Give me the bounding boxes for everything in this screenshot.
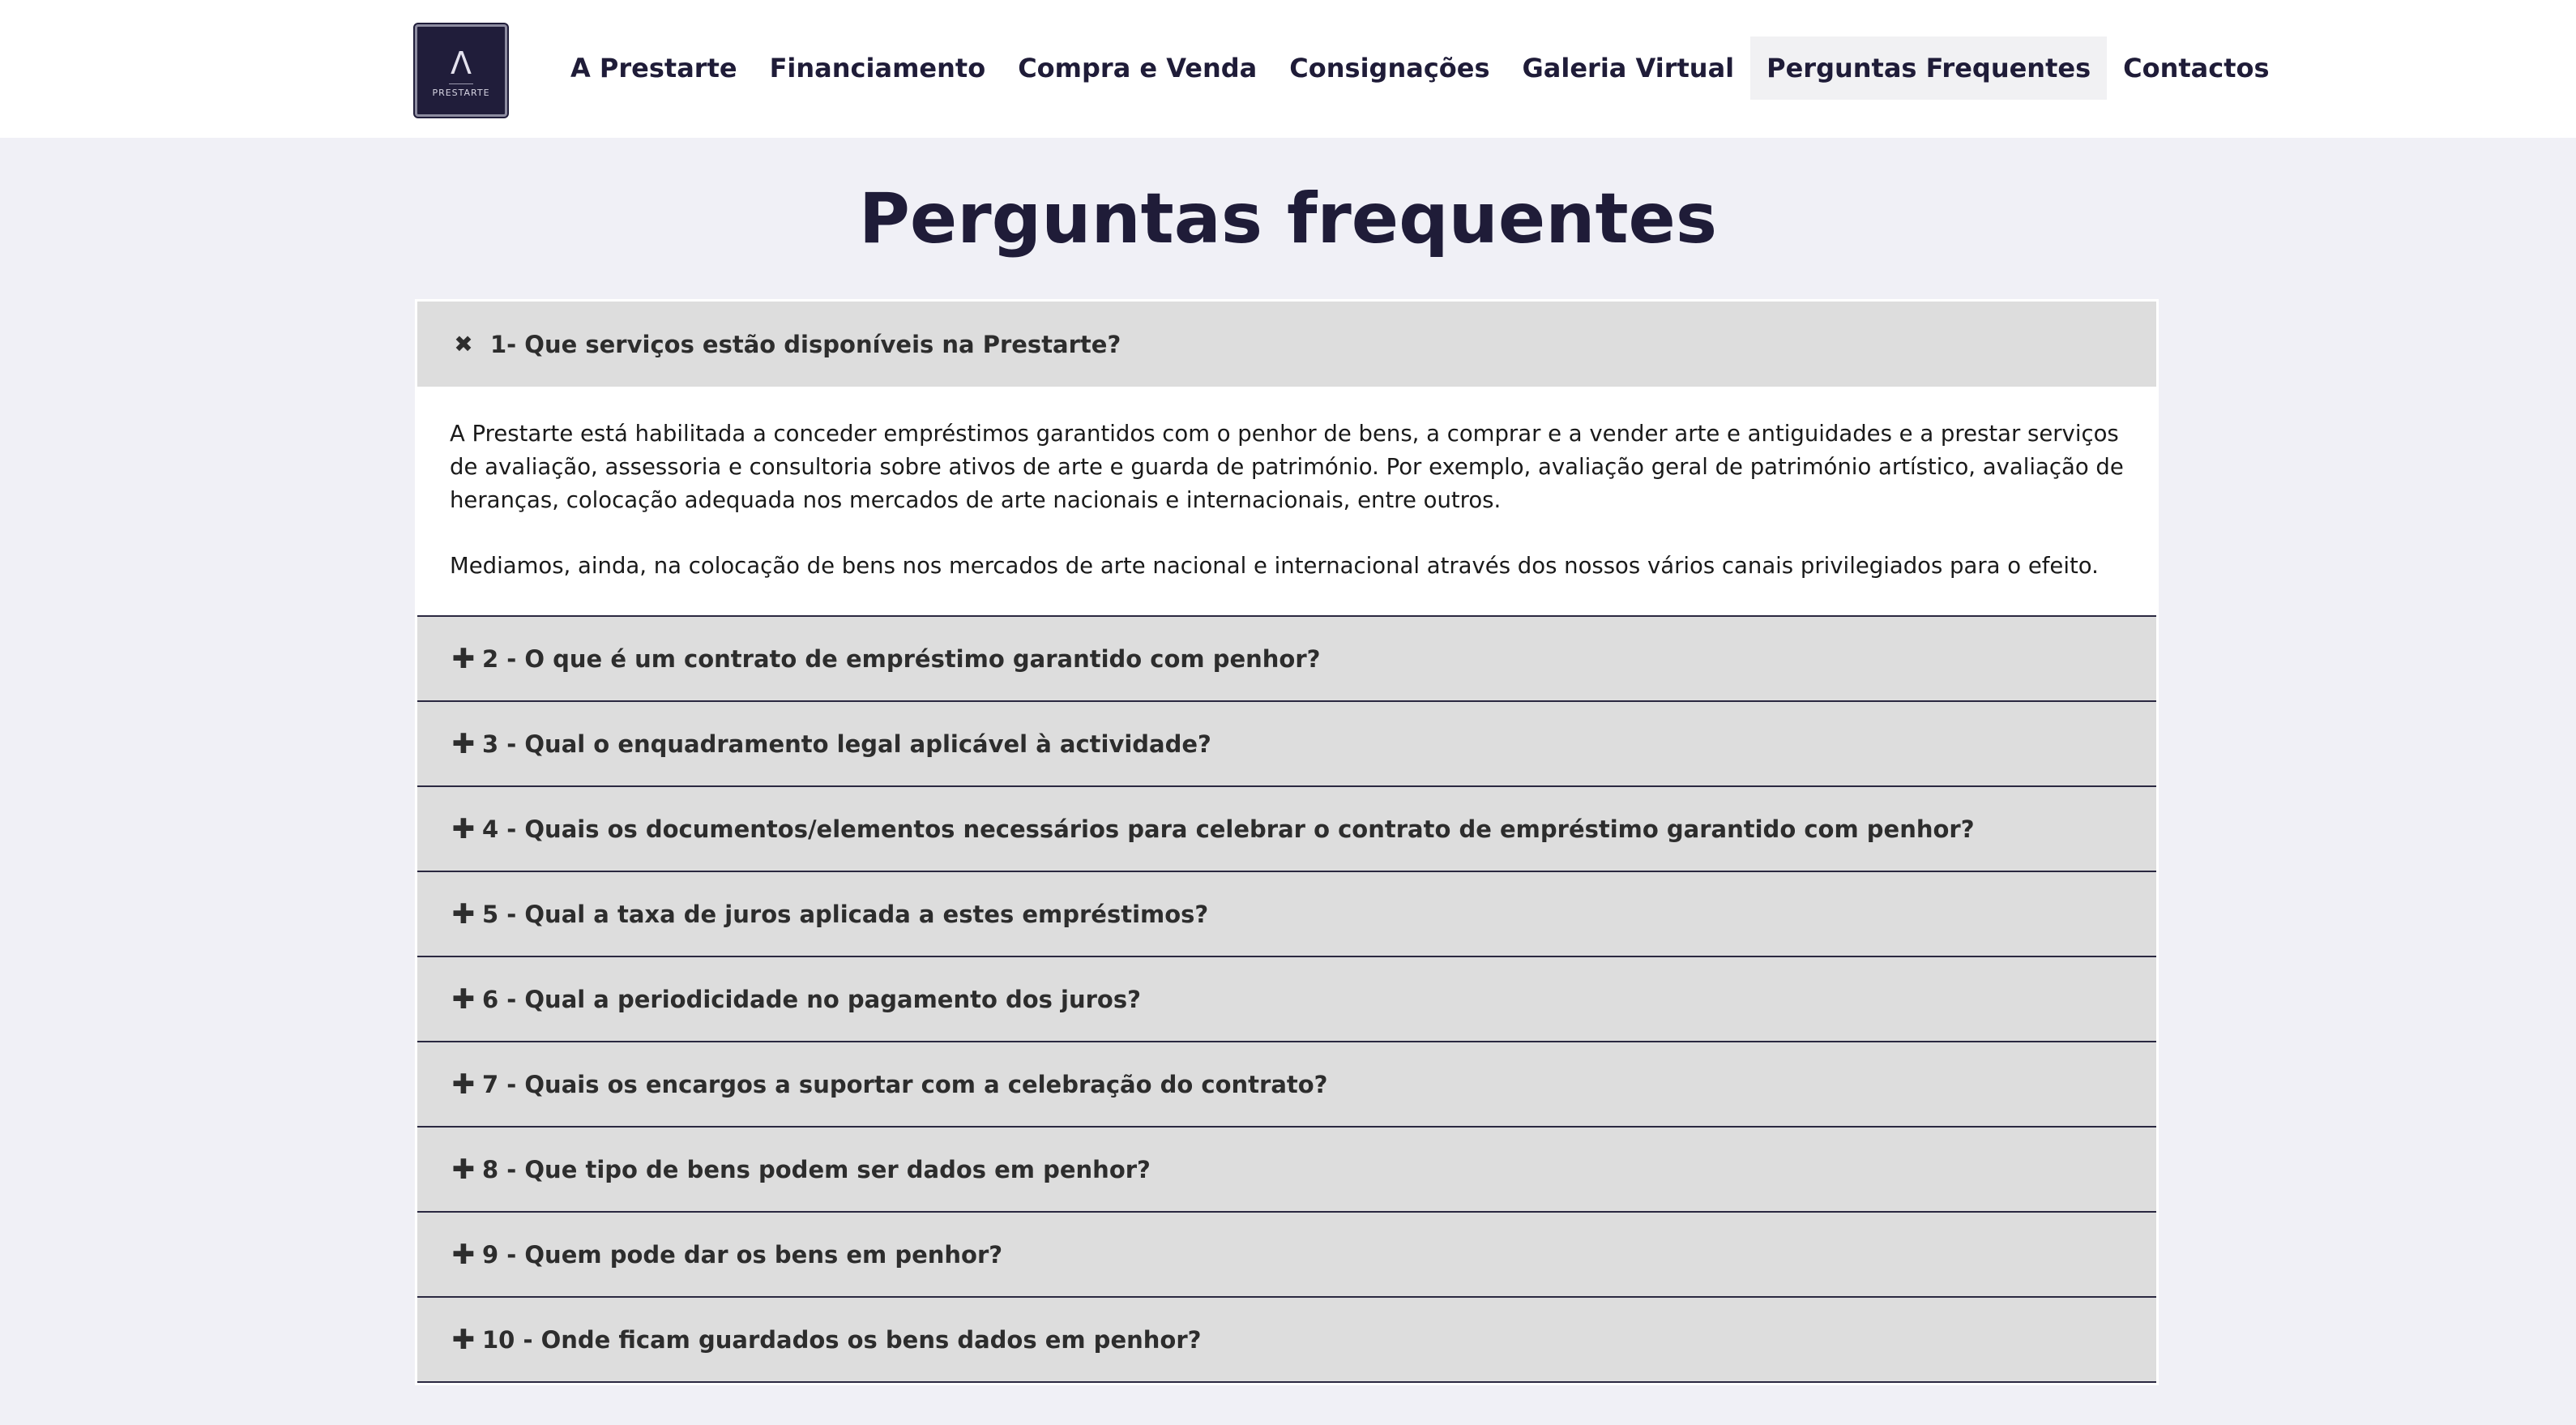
plus-icon: ✚ <box>451 727 476 760</box>
logo-text: PRESTARTE <box>432 88 490 98</box>
nav-item-consignacoes[interactable]: Consignações <box>1273 36 1506 100</box>
faq-question-2[interactable]: ✚ 2 - O que é um contrato de empréstimo … <box>417 617 2156 702</box>
faq-answer-1: A Prestarte está habilitada a conceder e… <box>417 387 2156 617</box>
main-nav: A Prestarte Financiamento Compra e Venda… <box>554 36 2286 100</box>
faq-question-label: 3 - Qual o enquadramento legal aplicável… <box>482 730 1211 758</box>
nav-item-galeria-virtual[interactable]: Galeria Virtual <box>1506 36 1751 100</box>
faq-question-label: 1- Que serviços estão disponíveis na Pre… <box>490 330 1121 358</box>
page-title: Perguntas frequentes <box>858 178 1718 259</box>
plus-icon: ✚ <box>451 1323 476 1356</box>
faq-question-9[interactable]: ✚ 9 - Quem pode dar os bens em penhor? <box>417 1213 2156 1298</box>
faq-question-6[interactable]: ✚ 6 - Qual a periodicidade no pagamento … <box>417 957 2156 1042</box>
plus-icon: ✚ <box>451 982 476 1016</box>
faq-answer-paragraph: Mediamos, ainda, na colocação de bens no… <box>450 553 2099 579</box>
nav-item-contactos[interactable]: Contactos <box>2107 36 2285 100</box>
site-header: Λ PRESTARTE A Prestarte Financiamento Co… <box>0 0 2576 138</box>
faq-question-3[interactable]: ✚ 3 - Qual o enquadramento legal aplicáv… <box>417 702 2156 787</box>
logo-mark: Λ <box>451 45 472 81</box>
faq-accordion: ✖ 1- Que serviços estão disponíveis na P… <box>415 299 2159 1385</box>
plus-icon: ✚ <box>451 812 476 845</box>
faq-question-7[interactable]: ✚ 7 - Quais os encargos a suportar com a… <box>417 1042 2156 1128</box>
faq-question-4[interactable]: ✚ 4 - Quais os documentos/elementos nece… <box>417 787 2156 872</box>
faq-question-label: 5 - Qual a taxa de juros aplicada a este… <box>482 900 1209 928</box>
faq-question-10[interactable]: ✚ 10 - Onde ficam guardados os bens dado… <box>417 1298 2156 1383</box>
faq-answer-paragraph: A Prestarte está habilitada a conceder e… <box>450 421 2124 513</box>
plus-icon: ✚ <box>451 897 476 931</box>
faq-question-label: 9 - Quem pode dar os bens em penhor? <box>482 1240 1003 1269</box>
plus-icon: ✚ <box>451 1238 476 1271</box>
faq-question-5[interactable]: ✚ 5 - Qual a taxa de juros aplicada a es… <box>417 872 2156 957</box>
faq-question-label: 2 - O que é um contrato de empréstimo ga… <box>482 644 1321 673</box>
faq-question-label: 10 - Onde ficam guardados os bens dados … <box>482 1325 1202 1354</box>
nav-item-compra-e-venda[interactable]: Compra e Venda <box>1002 36 1273 100</box>
nav-item-a-prestarte[interactable]: A Prestarte <box>554 36 754 100</box>
plus-icon: ✚ <box>451 642 476 675</box>
nav-item-perguntas-frequentes[interactable]: Perguntas Frequentes <box>1750 36 2108 100</box>
faq-question-label: 8 - Que tipo de bens podem ser dados em … <box>482 1155 1151 1183</box>
faq-question-1[interactable]: ✖ 1- Que serviços estão disponíveis na P… <box>417 302 2156 387</box>
faq-question-label: 7 - Quais os encargos a suportar com a c… <box>482 1070 1328 1098</box>
close-icon: ✖ <box>454 331 473 357</box>
nav-item-financiamento[interactable]: Financiamento <box>754 36 1002 100</box>
faq-question-label: 4 - Quais os documentos/elementos necess… <box>482 815 1975 843</box>
faq-question-label: 6 - Qual a periodicidade no pagamento do… <box>482 985 1141 1013</box>
plus-icon: ✚ <box>451 1068 476 1101</box>
plus-icon: ✚ <box>451 1153 476 1186</box>
logo-divider <box>449 83 473 84</box>
prestarte-logo[interactable]: Λ PRESTARTE <box>415 24 507 117</box>
faq-question-8[interactable]: ✚ 8 - Que tipo de bens podem ser dados e… <box>417 1128 2156 1213</box>
